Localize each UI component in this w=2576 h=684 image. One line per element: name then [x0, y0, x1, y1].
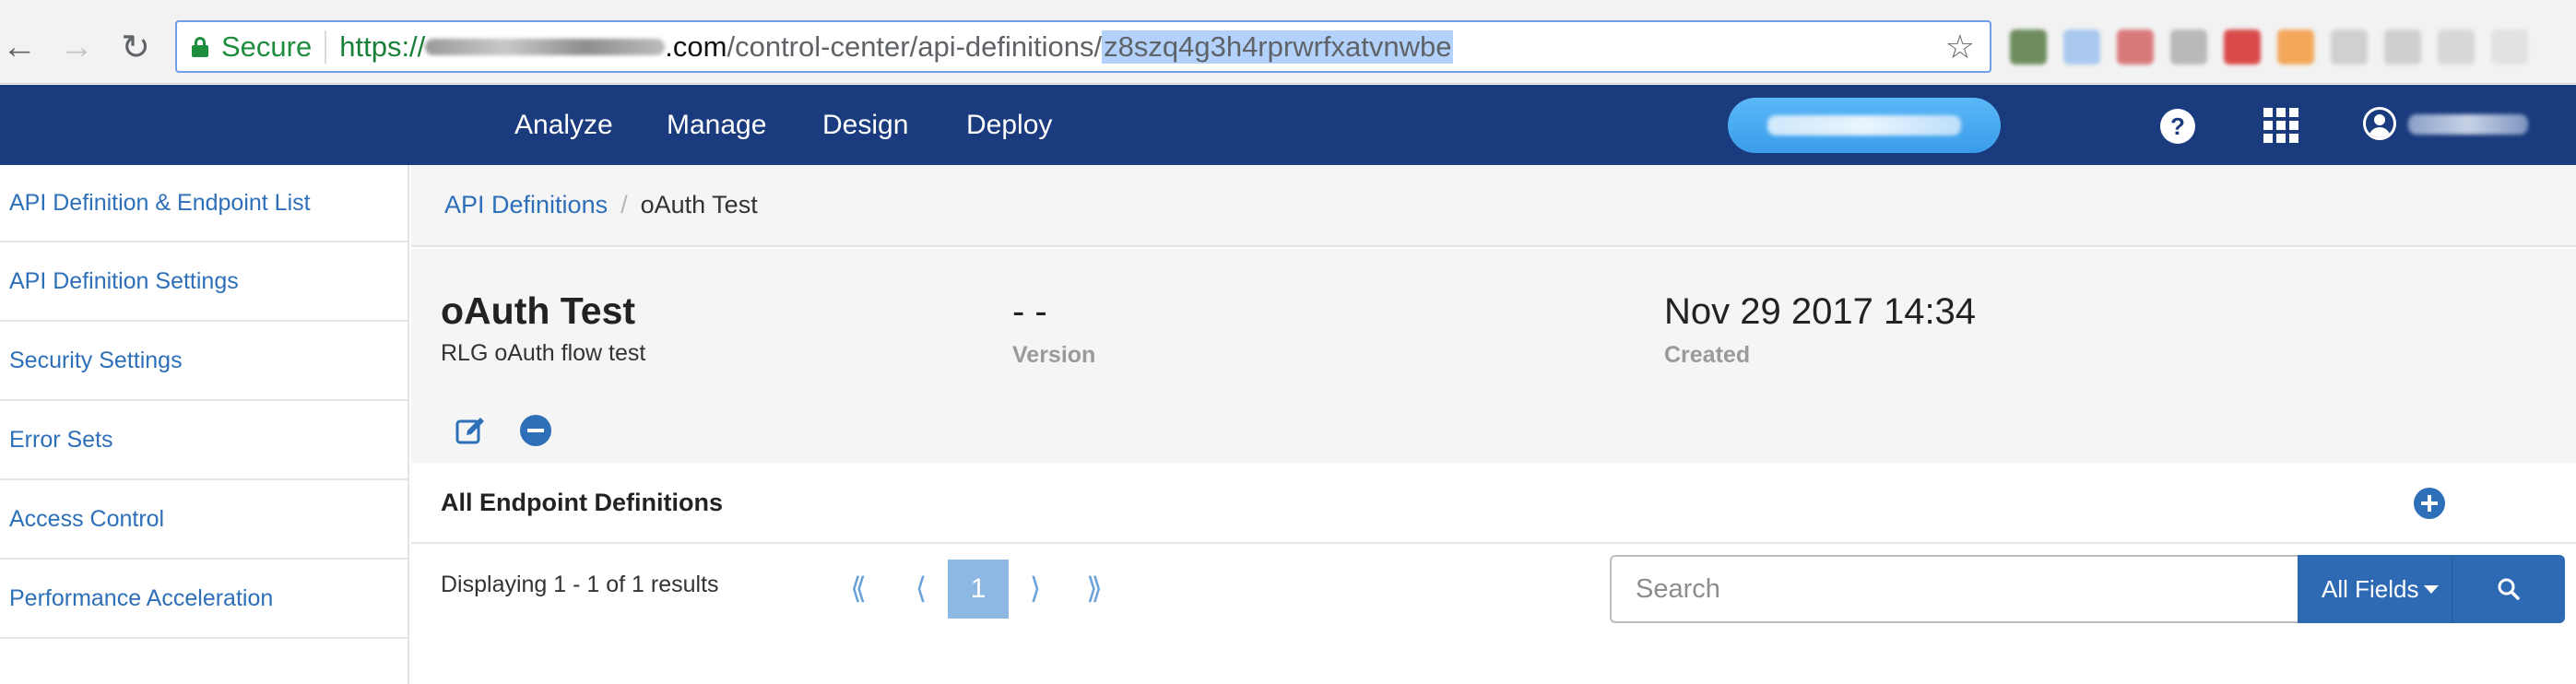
reload-icon[interactable]: ↻ [111, 22, 160, 72]
forward-arrow-icon[interactable]: → [52, 22, 101, 72]
address-bar[interactable]: Secure https:// .com /control-center/api… [175, 20, 1991, 73]
breadcrumb-separator: / [620, 191, 628, 218]
extension-icon[interactable] [2331, 29, 2368, 65]
apps-grid-icon[interactable] [2263, 108, 2298, 143]
add-circle-icon[interactable] [2414, 488, 2445, 519]
url-selected-id: z8szq4g3h4rprwrfxatvnwbe [1102, 29, 1454, 64]
endpoints-title: All Endpoint Definitions [441, 489, 723, 516]
menu-design[interactable]: Design [822, 85, 908, 165]
org-switcher-button[interactable] [1728, 98, 2001, 153]
created-label: Created [1664, 342, 1751, 368]
remove-icon[interactable] [520, 415, 551, 446]
sidebar-item-performance-acceleration[interactable]: Performance Acceleration [0, 560, 408, 639]
extension-icon[interactable] [2384, 29, 2421, 65]
help-icon[interactable]: ? [2160, 109, 2195, 144]
search-input[interactable] [1610, 555, 2298, 623]
sidebar-item-security-settings[interactable]: Security Settings [0, 322, 408, 401]
url-host-suffix: .com [665, 29, 727, 63]
all-fields-dropdown[interactable]: All Fields [2298, 555, 2452, 623]
page-title: oAuth Test [441, 289, 636, 332]
results-count: Displaying 1 - 1 of 1 results [441, 572, 719, 597]
version-value: - - [1012, 291, 1047, 332]
extension-bar [2010, 29, 2528, 65]
sidebar: API Definition & Endpoint List API Defin… [0, 165, 409, 684]
menu-manage[interactable]: Manage [667, 85, 766, 165]
caret-down-icon [2424, 584, 2440, 594]
pagination-current-page[interactable]: 1 [948, 560, 1009, 619]
sidebar-item-endpoint-list[interactable]: API Definition & Endpoint List [0, 165, 408, 242]
app-header: Analyze Manage Design Deploy ? [0, 85, 2576, 165]
url-path: /control-center/api-definitions/ [727, 29, 1103, 63]
sidebar-item-error-sets[interactable]: Error Sets [0, 401, 408, 480]
pagination-next[interactable]: ⟩ [1022, 559, 1049, 618]
user-name-redacted[interactable] [2408, 114, 2528, 135]
all-fields-label: All Fields [2322, 574, 2419, 603]
user-icon[interactable] [2363, 107, 2396, 140]
endpoints-header: All Endpoint Definitions [411, 463, 2576, 544]
menu-analyze[interactable]: Analyze [514, 85, 613, 165]
extension-icon[interactable] [2117, 29, 2154, 65]
extension-icon[interactable] [2438, 29, 2475, 65]
search-button[interactable] [2452, 555, 2565, 623]
breadcrumb-api-definitions[interactable]: API Definitions [444, 191, 608, 219]
extension-icon[interactable] [2277, 29, 2314, 65]
star-icon[interactable]: ☆ [1945, 28, 1975, 66]
url-protocol: https:// [339, 29, 426, 63]
main-content: API Definitions / oAuth Test oAuth Test … [411, 165, 2576, 684]
extension-icon[interactable] [2170, 29, 2207, 65]
secure-label: Secure [221, 29, 313, 63]
pagination-prev[interactable]: ⟨ [907, 559, 935, 618]
sidebar-item-access-control[interactable]: Access Control [0, 480, 408, 560]
sidebar-item-definition-settings[interactable]: API Definition Settings [0, 242, 408, 322]
extension-icon[interactable] [2491, 29, 2528, 65]
created-value: Nov 29 2017 14:34 [1664, 291, 1977, 332]
url-host-redacted [425, 38, 666, 55]
breadcrumb-current: oAuth Test [640, 191, 758, 218]
pagination-last[interactable]: ⟫ [1081, 559, 1108, 618]
back-arrow-icon[interactable]: ← [0, 22, 44, 72]
org-name-redacted [1767, 115, 1961, 136]
edit-icon[interactable] [454, 415, 487, 448]
extension-icon[interactable] [2063, 29, 2100, 65]
version-label: Version [1012, 342, 1096, 368]
pagination-first[interactable]: ⟪ [845, 559, 872, 618]
search-icon [2498, 578, 2520, 600]
breadcrumb: API Definitions / oAuth Test [411, 165, 2576, 247]
search-group: All Fields [1610, 555, 2565, 623]
api-description: RLG oAuth flow test [441, 340, 646, 366]
api-summary: oAuth Test RLG oAuth flow test - - Versi… [411, 249, 2576, 463]
extension-icon[interactable] [2010, 29, 2047, 65]
extension-icon[interactable] [2224, 29, 2261, 65]
browser-toolbar: ← → ↻ Secure https:// .com /control-cent… [0, 0, 2576, 84]
menu-deploy[interactable]: Deploy [966, 85, 1052, 165]
lock-icon [192, 36, 208, 57]
address-divider [325, 29, 327, 64]
